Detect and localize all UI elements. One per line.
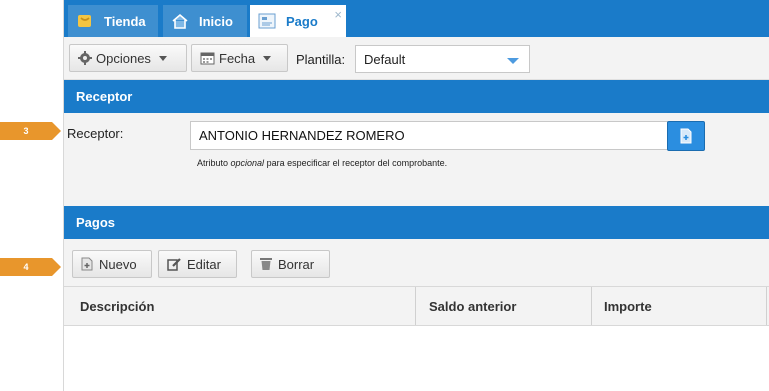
new-document-icon [81, 257, 93, 271]
tab-label: Pago [286, 13, 318, 29]
callout-number: 3 [23, 126, 29, 136]
receptor-field[interactable]: ANTONIO HERNANDEZ ROMERO [190, 121, 668, 150]
receptor-lookup-button[interactable] [667, 121, 705, 151]
edit-label: Editar [187, 256, 221, 272]
hint-text: para especificar el receptor del comprob… [264, 158, 448, 168]
delete-button[interactable]: Borrar [251, 250, 330, 278]
chevron-down-icon [158, 55, 167, 61]
column-header-descripcion[interactable]: Descripción [64, 287, 416, 325]
column-header-importe[interactable]: Importe [592, 287, 767, 325]
pagos-toolbar: Nuevo Editar Borrar [64, 240, 769, 286]
pagos-section-header: Pagos [64, 206, 769, 239]
toolbar: Opciones Fecha Plantilla: Default [64, 37, 769, 80]
tab-tienda[interactable]: Tienda [68, 5, 158, 37]
section-title: Receptor [76, 89, 133, 104]
edit-button[interactable]: Editar [158, 250, 237, 278]
left-gutter [0, 0, 64, 391]
trash-icon [260, 258, 272, 270]
receptor-value: ANTONIO HERNANDEZ ROMERO [199, 128, 405, 143]
template-value: Default [364, 51, 406, 67]
tab-inicio[interactable]: Inicio [163, 5, 247, 37]
delete-label: Borrar [278, 256, 315, 272]
date-button[interactable]: Fecha [191, 44, 288, 72]
template-select[interactable]: Default [355, 45, 530, 73]
options-label: Opciones [96, 50, 151, 66]
template-label: Plantilla: [296, 52, 346, 67]
callout-number: 4 [23, 262, 29, 272]
calendar-icon [200, 52, 215, 65]
section-title: Pagos [76, 215, 116, 230]
step-callout-4: 4 [0, 258, 61, 276]
tab-pago[interactable]: Pago × [250, 5, 346, 37]
column-header-saldo-anterior[interactable]: Saldo anterior [416, 287, 592, 325]
pagos-grid-body [64, 326, 769, 391]
new-button[interactable]: Nuevo [72, 250, 152, 278]
chevron-down-icon [507, 58, 519, 64]
receptor-label: Receptor: [67, 126, 124, 141]
hint-text: Atributo [197, 158, 231, 168]
home-icon [171, 13, 189, 29]
receptor-section-header: Receptor [64, 80, 769, 113]
tab-bar: Tienda Inicio Pago × [64, 0, 769, 37]
date-label: Fecha [219, 50, 256, 66]
new-document-icon [680, 128, 692, 144]
pagos-grid-header: Descripción Saldo anterior Importe [64, 286, 769, 326]
gear-icon [78, 51, 92, 65]
new-label: Nuevo [99, 256, 137, 272]
hint-emphasis: opcional [230, 158, 265, 168]
tab-label: Inicio [199, 13, 233, 29]
store-icon [76, 13, 94, 29]
edit-icon [167, 258, 181, 271]
step-callout-3: 3 [0, 122, 61, 140]
close-icon[interactable]: × [334, 7, 342, 22]
tab-label: Tienda [104, 13, 146, 29]
options-button[interactable]: Opciones [69, 44, 187, 72]
receptor-hint: Atributo opcional para especificar el re… [197, 158, 447, 168]
chevron-down-icon [263, 55, 272, 61]
form-icon [258, 13, 276, 29]
